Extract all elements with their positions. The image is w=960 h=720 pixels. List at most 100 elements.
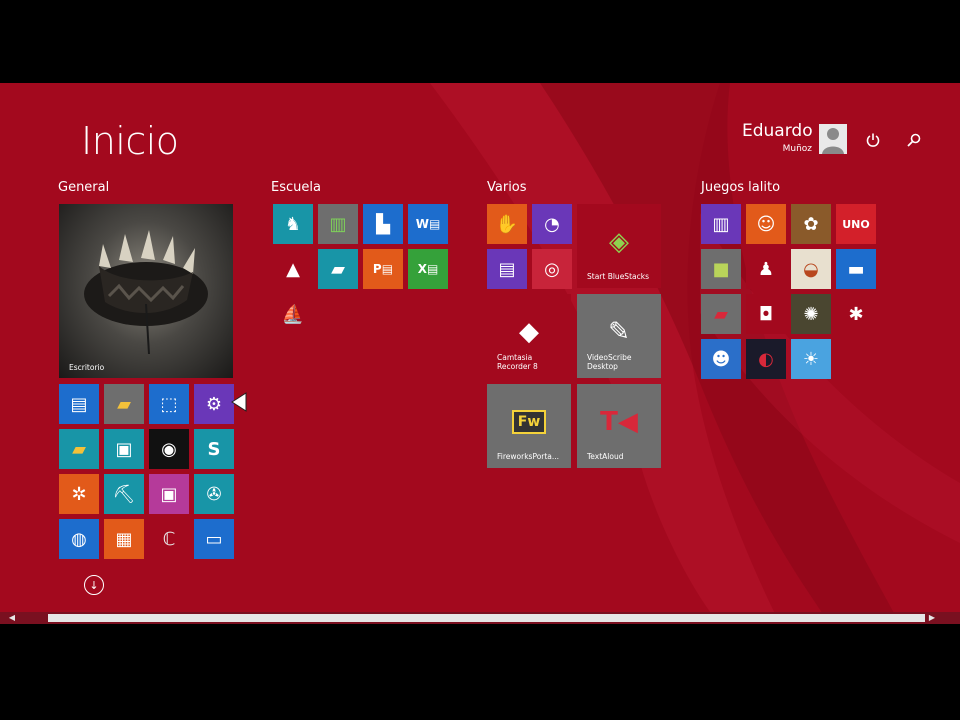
puzzle-icon: ✱ — [848, 303, 864, 325]
power-button[interactable] — [862, 129, 884, 151]
videoscribe-icon: ✎ — [608, 317, 630, 347]
tile-app[interactable]: ⛏ — [104, 474, 144, 514]
tile-app[interactable]: ℂ — [149, 519, 189, 559]
tile-label: Escritorio — [69, 363, 105, 372]
skype-icon: S — [207, 438, 221, 460]
tile-app[interactable]: ▦ — [104, 519, 144, 559]
tile-word[interactable]: W▤ — [408, 204, 448, 244]
search-button[interactable] — [903, 129, 925, 151]
tile-label: VideoScribe Desktop — [587, 353, 632, 371]
tile-app[interactable]: ✇ — [194, 474, 234, 514]
tile-game[interactable]: ◒ — [791, 249, 831, 289]
group-label-general[interactable]: General — [58, 180, 109, 195]
tile-game[interactable]: ■ — [701, 249, 741, 289]
tile-game[interactable]: ✿ — [791, 204, 831, 244]
power-icon — [866, 133, 880, 147]
cartoon-icon: ✿ — [803, 213, 819, 235]
person-icon — [822, 128, 844, 154]
user-surname[interactable]: Muñoz — [742, 144, 812, 154]
tile-game[interactable]: ▰ — [701, 294, 741, 334]
swirl-icon: ◔ — [544, 213, 560, 235]
tile-app[interactable]: ▰ — [59, 429, 99, 469]
camera-icon: ◉ — [161, 438, 177, 460]
scroll-right-button[interactable]: ▶ — [926, 612, 938, 624]
sonic-icon: ☻ — [711, 348, 731, 370]
tile-game[interactable]: ▬ — [836, 249, 876, 289]
tile-app[interactable]: ⛵ — [273, 294, 313, 334]
tile-game[interactable]: ◘ — [746, 294, 786, 334]
tile-skype[interactable]: S — [194, 429, 234, 469]
tile-game[interactable]: ✱ — [836, 294, 876, 334]
tile-fireworks[interactable]: Fw FireworksPorta... — [487, 384, 571, 468]
window-icon: ▣ — [115, 438, 133, 460]
publisher-icon: ▙ — [376, 213, 390, 235]
tile-game-uno[interactable]: UNO — [836, 204, 876, 244]
tile-game[interactable]: ☻ — [701, 339, 741, 379]
tile-game[interactable]: ▥ — [701, 204, 741, 244]
tile-app[interactable]: ◔ — [532, 204, 572, 244]
tile-app[interactable]: ♞ — [273, 204, 313, 244]
burger-icon: ◒ — [803, 258, 819, 280]
scroll-thumb[interactable] — [48, 614, 925, 622]
tile-start-bluestacks[interactable]: ◈ Start BlueStacks — [577, 204, 661, 288]
tile-app[interactable]: ⬚ — [149, 384, 189, 424]
tile-app[interactable]: ▣ — [104, 429, 144, 469]
tile-label: TextAloud — [587, 452, 624, 461]
group-label-varios[interactable]: Varios — [487, 180, 527, 195]
tile-app[interactable]: ▥ — [318, 204, 358, 244]
group-label-juegos[interactable]: Juegos lalito — [701, 180, 780, 195]
creature-icon: ✺ — [803, 303, 819, 325]
start-title: Inicio — [81, 119, 179, 163]
tile-app[interactable]: ▙ — [363, 204, 403, 244]
package-icon: ▦ — [115, 528, 133, 550]
network-icon: ⬚ — [160, 393, 178, 415]
tile-game[interactable]: ◐ — [746, 339, 786, 379]
tile-app[interactable]: ◎ — [532, 249, 572, 289]
word-icon: W▤ — [415, 217, 441, 231]
truck-icon: ▰ — [714, 303, 728, 325]
scroll-left-button[interactable]: ◀ — [6, 612, 18, 624]
excel-icon: X▤ — [417, 262, 439, 276]
tile-camtasia[interactable]: ◆ Camtasia Recorder 8 — [487, 294, 571, 378]
nodes-icon: ✲ — [71, 483, 87, 505]
search-icon — [907, 133, 921, 147]
photo-icon: ▣ — [160, 483, 178, 505]
tile-game[interactable]: ☺ — [746, 204, 786, 244]
tile-escritorio[interactable]: Escritorio — [59, 204, 233, 378]
tile-app[interactable]: ✋ — [487, 204, 527, 244]
tile-label: Camtasia Recorder 8 — [497, 353, 538, 371]
tile-app[interactable]: ▤ — [487, 249, 527, 289]
tile-app[interactable]: ▣ — [149, 474, 189, 514]
user-name[interactable]: Eduardo — [742, 121, 813, 141]
all-apps-button[interactable]: ↓ — [84, 575, 104, 595]
tile-acrobat[interactable]: ▲ — [273, 249, 313, 289]
tile-app[interactable]: ◍ — [59, 519, 99, 559]
ring-icon: ◘ — [758, 303, 774, 325]
fireworks-icon: Fw — [487, 402, 571, 442]
arrow-down-icon: ↓ — [89, 579, 99, 592]
acrobat-icon: ▲ — [286, 258, 300, 280]
tile-powerpoint[interactable]: P▤ — [363, 249, 403, 289]
user-avatar[interactable] — [819, 124, 847, 154]
tile-app[interactable]: ▰ — [104, 384, 144, 424]
tile-app[interactable]: ▰ — [318, 249, 358, 289]
tile-app[interactable]: ▤ — [59, 384, 99, 424]
group-label-escuela[interactable]: Escuela — [271, 180, 321, 195]
tile-videoscribe[interactable]: ✎ VideoScribe Desktop — [577, 294, 661, 378]
tile-camera[interactable]: ◉ — [149, 429, 189, 469]
media-icon: ✇ — [206, 483, 222, 505]
textaloud-icon: T◀ — [600, 407, 638, 437]
bubble-icon: ☀ — [802, 348, 820, 370]
tile-settings[interactable]: ⚙ — [194, 384, 234, 424]
tile-game[interactable]: ☀ — [791, 339, 831, 379]
hand-icon: ✋ — [495, 213, 519, 235]
tile-app[interactable]: ▭ — [194, 519, 234, 559]
gear-icon: ⚙ — [205, 393, 223, 415]
girl-icon: ☺ — [756, 213, 776, 235]
tile-game[interactable]: ♟ — [746, 249, 786, 289]
tile-game[interactable]: ✺ — [791, 294, 831, 334]
disc-icon: ◎ — [544, 258, 560, 280]
tile-app[interactable]: ✲ — [59, 474, 99, 514]
tile-excel[interactable]: X▤ — [408, 249, 448, 289]
tile-textaloud[interactable]: T◀ TextAloud — [577, 384, 661, 468]
